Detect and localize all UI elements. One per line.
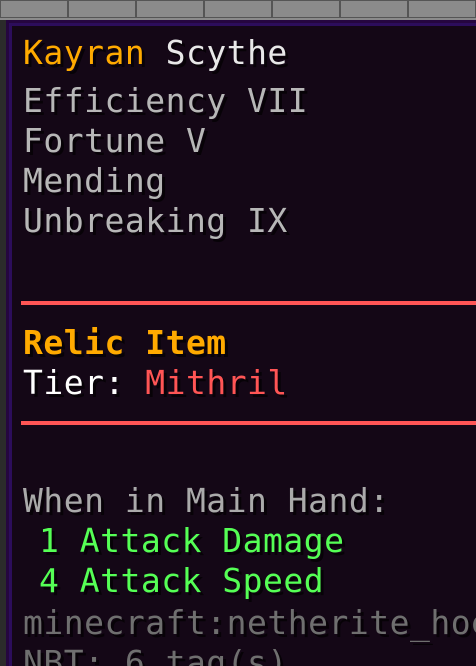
nbt-info: NBT: 6 tag(s) — [23, 643, 288, 666]
inventory-slot-row — [0, 0, 476, 20]
enchantment-mending: Mending — [23, 161, 166, 200]
attack-speed-attribute: 4 Attack Speed — [39, 561, 325, 600]
item-id: minecraft:netherite_hoe — [23, 603, 476, 642]
item-tooltip: Kayran Scythe Efficiency VII Fortune V M… — [6, 20, 476, 666]
tier-value: Mithril — [145, 363, 288, 402]
enchantment-unbreaking: Unbreaking IX — [23, 201, 288, 240]
inventory-slot[interactable] — [272, 0, 340, 18]
inventory-slot[interactable] — [0, 0, 68, 18]
inventory-slot[interactable] — [408, 0, 476, 18]
inventory-slot[interactable] — [68, 0, 136, 18]
tier-label: Tier: — [23, 363, 125, 402]
tier-line: Tier: Mithril — [23, 363, 288, 403]
item-name-suffix: Scythe — [165, 33, 288, 72]
item-name-prefix: Kayran — [23, 33, 146, 72]
enchantment-fortune: Fortune V — [23, 121, 207, 160]
inventory-slot[interactable] — [136, 0, 204, 18]
attack-damage-attribute: 1 Attack Damage — [39, 521, 345, 560]
enchantment-efficiency: Efficiency VII — [23, 81, 309, 120]
inventory-slot[interactable] — [204, 0, 272, 18]
separator-bottom — [21, 421, 476, 425]
item-name: Kayran Scythe — [23, 33, 288, 73]
inventory-slot[interactable] — [340, 0, 408, 18]
separator-top — [21, 301, 476, 305]
relic-item-label: Relic Item — [23, 323, 227, 362]
main-hand-header: When in Main Hand: — [23, 481, 390, 520]
